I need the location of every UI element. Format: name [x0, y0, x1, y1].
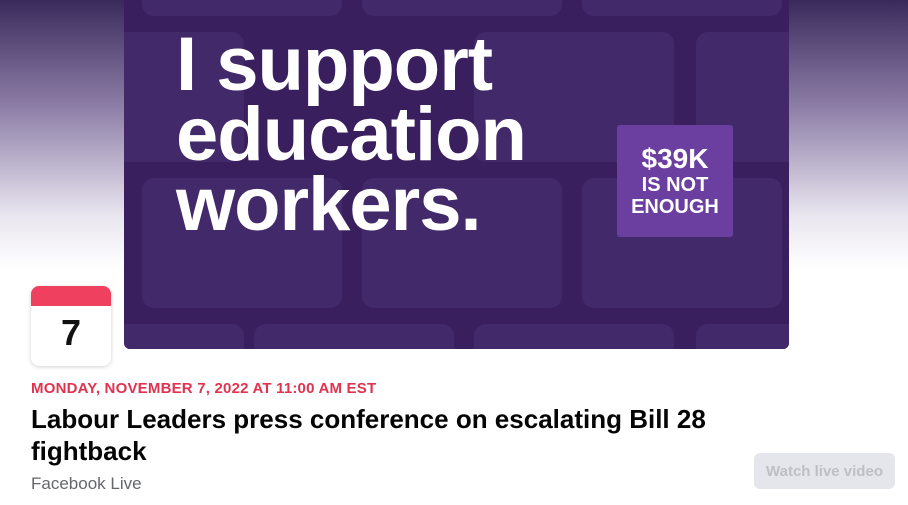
event-datetime: MONDAY, NOVEMBER 7, 2022 AT 11:00 AM EST [31, 380, 377, 397]
event-title[interactable]: Labour Leaders press conference on escal… [31, 403, 751, 467]
badge-line-1: IS NOT [641, 174, 709, 196]
watch-live-video-button[interactable]: Watch live video [754, 453, 895, 489]
event-host: Facebook Live [31, 474, 142, 493]
calendar-day: 7 [60, 312, 82, 353]
cover-headline: I support education workers. [176, 27, 527, 243]
badge-amount: $39K [641, 143, 709, 174]
wage-badge: $39K IS NOT ENOUGH [617, 125, 733, 237]
event-cover-image[interactable]: I support education workers. $39K IS NOT… [124, 0, 789, 349]
calendar-date-icon: 7 [31, 286, 111, 366]
calendar-header-strip [31, 286, 111, 306]
headline-line-3: workers. [176, 162, 482, 247]
badge-line-2: ENOUGH [631, 196, 719, 218]
